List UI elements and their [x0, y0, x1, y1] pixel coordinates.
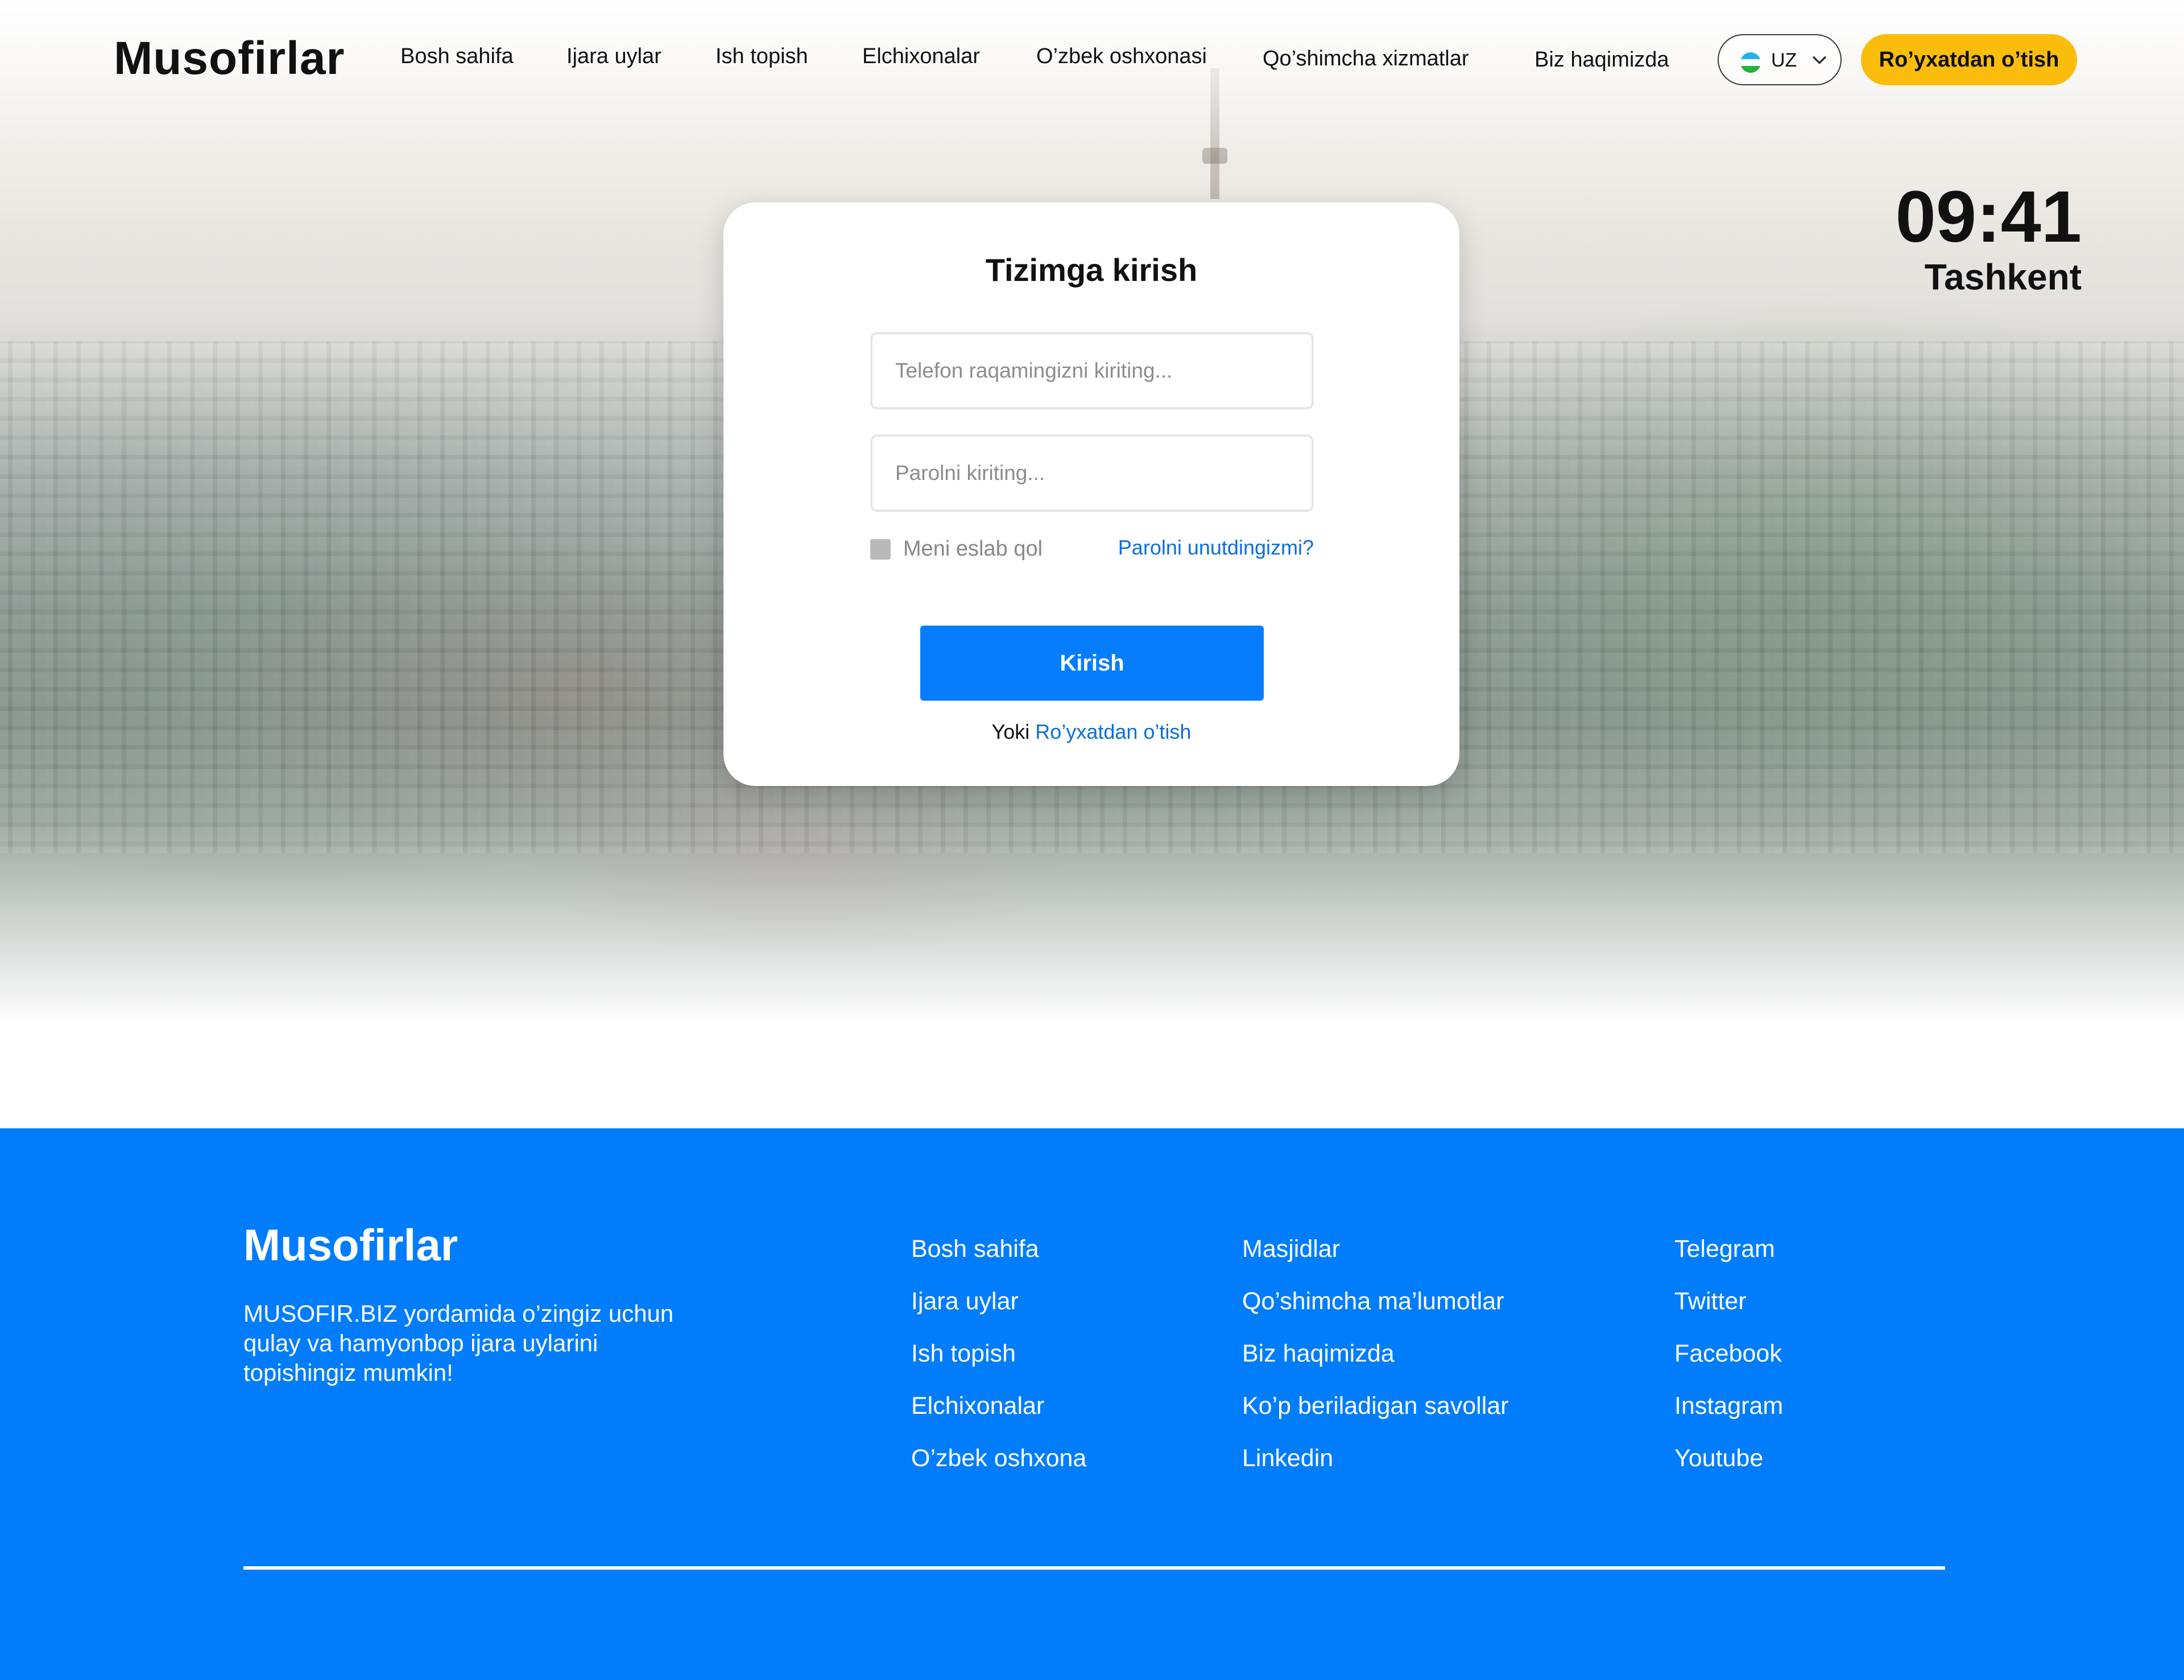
footer-link-about[interactable]: Biz haqimizda — [1242, 1339, 1509, 1391]
footer-link-instagram[interactable]: Instagram — [1674, 1391, 1783, 1443]
password-input[interactable] — [872, 437, 1312, 510]
footer-column-info: Masjidlar Qo’shimcha ma’lumotlar Biz haq… — [1242, 1234, 1509, 1496]
nav-extra-services[interactable]: Qo’shimcha xizmatlar — [1263, 47, 1469, 71]
nav-uzbek-cuisine[interactable]: O’zbek oshxonasi — [1036, 44, 1207, 69]
language-code: UZ — [1771, 49, 1797, 71]
nav-home[interactable]: Bosh sahifa — [400, 44, 514, 69]
nav-rentals[interactable]: Ijara uylar — [566, 44, 661, 69]
footer-link-embassies[interactable]: Elchixonalar — [911, 1391, 1086, 1443]
register-button[interactable]: Ro’yxatdan o’tish — [1861, 34, 2077, 85]
footer-description: MUSOFIR.BIZ yordamida o’zingiz uchun qul… — [243, 1300, 674, 1386]
footer-link-faq[interactable]: Ko’p beriladigan savollar — [1242, 1391, 1509, 1443]
footer-link-linkedin[interactable]: Linkedin — [1242, 1443, 1509, 1496]
footer-logo[interactable]: Musofirlar — [243, 1219, 458, 1271]
footer-link-home[interactable]: Bosh sahifa — [911, 1234, 1086, 1286]
remember-label: Meni eslab qol — [903, 537, 1043, 561]
phone-input[interactable] — [872, 334, 1312, 407]
clock-city: Tashkent — [1924, 256, 2082, 297]
forgot-password-link[interactable]: Parolni unutdingizmi? — [1118, 536, 1314, 560]
login-title: Tizimga kirish — [985, 252, 1198, 288]
footer-link-rentals[interactable]: Ijara uylar — [911, 1286, 1086, 1339]
site-footer: Musofirlar MUSOFIR.BIZ yordamida o’zingi… — [0, 1128, 2184, 1680]
footer-column-pages: Bosh sahifa Ijara uylar Ish topish Elchi… — [911, 1234, 1086, 1496]
footer-link-extra-info[interactable]: Qo’shimcha ma’lumotlar — [1242, 1286, 1509, 1339]
nav-about[interactable]: Biz haqimizda — [1534, 48, 1669, 72]
login-submit-button[interactable]: Kirish — [920, 626, 1264, 701]
register-link[interactable]: Ro’yxatdan o’tish — [1035, 720, 1191, 743]
footer-link-cuisine[interactable]: O’zbek oshxona — [911, 1443, 1086, 1496]
clock-time: 09:41 — [1895, 176, 2082, 258]
remember-checkbox[interactable] — [870, 539, 891, 560]
footer-link-youtube[interactable]: Youtube — [1674, 1443, 1783, 1496]
footer-link-facebook[interactable]: Facebook — [1674, 1339, 1783, 1391]
footer-link-jobs[interactable]: Ish topish — [911, 1339, 1086, 1391]
footer-link-twitter[interactable]: Twitter — [1674, 1286, 1783, 1339]
alt-prefix: Yoki — [991, 720, 1030, 743]
password-field — [870, 435, 1314, 512]
footer-column-social: Telegram Twitter Facebook Instagram Yout… — [1674, 1234, 1783, 1496]
site-logo[interactable]: Musofirlar — [114, 32, 345, 85]
footer-link-telegram[interactable]: Telegram — [1674, 1234, 1783, 1286]
language-select[interactable]: UZ — [1718, 34, 1842, 85]
footer-link-mosques[interactable]: Masjidlar — [1242, 1234, 1509, 1286]
footer-divider — [243, 1566, 1945, 1570]
phone-field — [870, 332, 1314, 409]
uzbekistan-flag-icon — [1740, 52, 1761, 73]
nav-embassies[interactable]: Elchixonalar — [862, 44, 980, 69]
site-header: Musofirlar Bosh sahifa Ijara uylar Ish t… — [0, 0, 2184, 119]
remember-me[interactable]: Meni eslab qol — [870, 537, 1043, 561]
register-alternative: Yoki Ro’yxatdan o’tish — [723, 720, 1459, 744]
login-card: Tizimga kirish Meni eslab qol Parolni un… — [723, 202, 1459, 786]
nav-jobs[interactable]: Ish topish — [715, 44, 808, 69]
chevron-down-icon — [1813, 56, 1826, 64]
